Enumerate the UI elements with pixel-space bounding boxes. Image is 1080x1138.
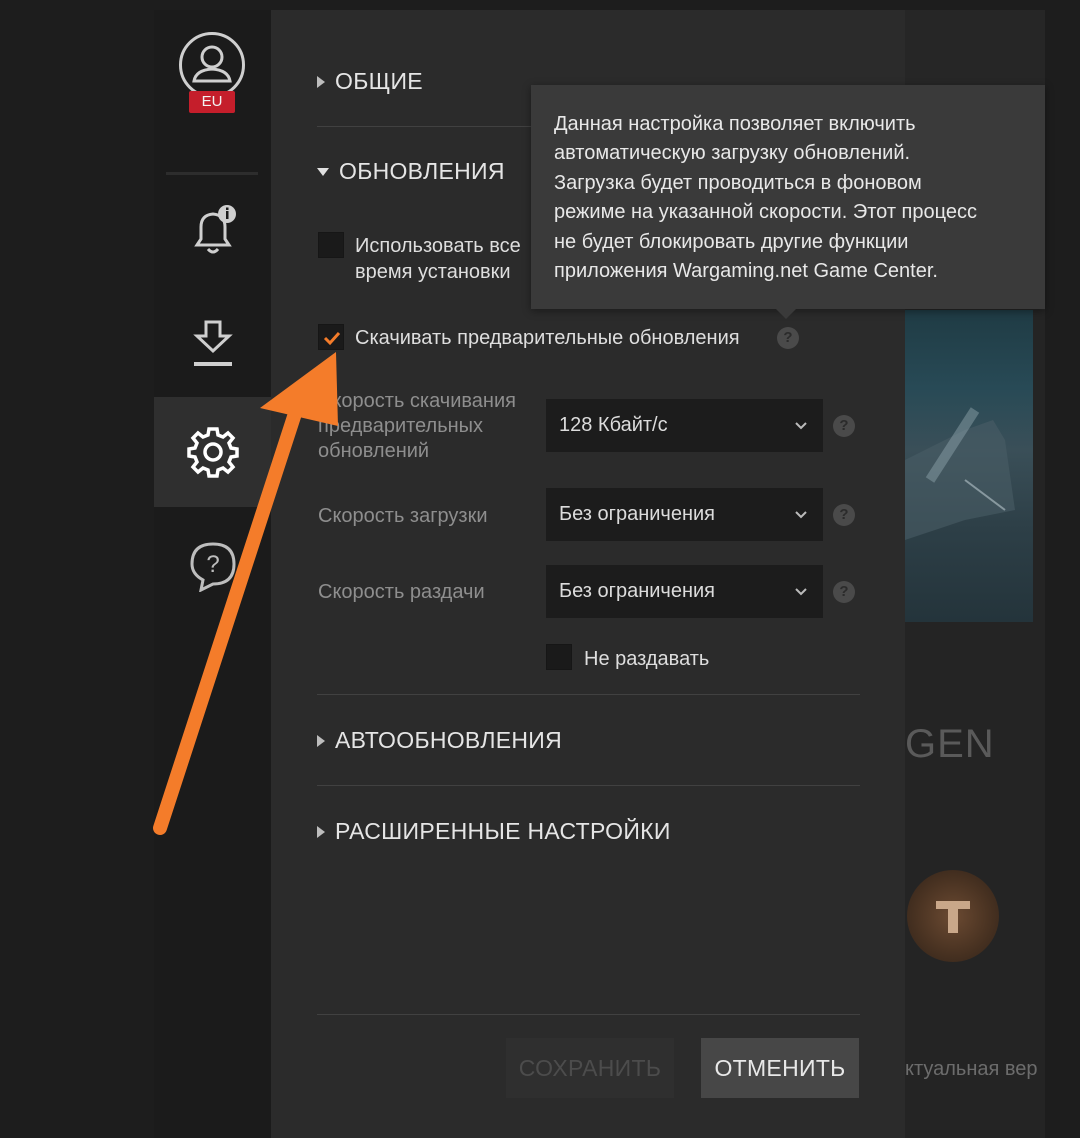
upload-speed-select[interactable]: Без ограничения <box>546 565 823 618</box>
preload-speed-value: 128 Кбайт/с <box>559 414 668 436</box>
preload-updates-checkbox[interactable] <box>318 324 344 350</box>
section-general-label: ОБЩИЕ <box>335 68 423 94</box>
use-all-time-label-line1: Использовать все <box>355 235 521 257</box>
chevron-down-icon <box>795 510 807 518</box>
tooltip-line: приложения Wargaming.net Game Center. <box>554 260 938 283</box>
no-seed-label: Не раздавать <box>584 648 710 670</box>
upload-speed-help-icon[interactable]: ? <box>833 581 855 603</box>
tank-silhouette-icon <box>905 407 1015 540</box>
game-emblem-icon <box>907 870 999 962</box>
download-speed-value: Без ограничения <box>559 503 716 525</box>
chevron-down-icon <box>795 587 807 595</box>
preload-updates-label: Скачивать предварительные обновления <box>355 327 740 349</box>
sidebar: EU ? <box>154 10 271 1138</box>
background-game-title: GEN <box>905 722 995 766</box>
section-auto-updates[interactable]: АВТООБНОВЛЕНИЯ <box>317 727 562 754</box>
section-updates-label: ОБНОВЛЕНИЯ <box>339 158 505 184</box>
expand-arrow-icon <box>317 75 325 88</box>
use-all-time-label-line2: время установки <box>355 261 511 283</box>
divider <box>317 785 860 786</box>
tooltip-pointer <box>775 308 797 319</box>
preload-speed-label-line1: Скорость скачивания <box>318 390 516 412</box>
downloads-button[interactable] <box>154 318 271 370</box>
no-seed-checkbox[interactable] <box>546 644 572 670</box>
upload-speed-label: Скорость раздачи <box>318 581 485 603</box>
help-tooltip: Данная настройка позволяет включить авто… <box>531 85 1045 309</box>
gear-icon <box>187 427 239 478</box>
preload-help-icon[interactable]: ? <box>777 327 799 349</box>
save-button[interactable]: СОХРАНИТЬ <box>506 1038 674 1098</box>
svg-text:?: ? <box>206 551 219 578</box>
sidebar-item-settings[interactable] <box>154 397 271 507</box>
chevron-down-icon <box>795 421 807 429</box>
download-speed-help-icon[interactable]: ? <box>833 504 855 526</box>
expand-arrow-icon <box>317 734 325 747</box>
collapse-arrow-icon <box>317 167 329 176</box>
tooltip-line: не будет блокировать другие функции <box>554 230 909 253</box>
expand-arrow-icon <box>317 825 325 838</box>
cancel-button[interactable]: ОТМЕНИТЬ <box>701 1038 859 1098</box>
footer-divider <box>317 1014 860 1015</box>
background-footer-text: ктуальная вер <box>905 1058 1038 1080</box>
tooltip-line: Загрузка будет проводиться в фоновом <box>554 171 922 194</box>
section-updates[interactable]: ОБНОВЛЕНИЯ <box>317 158 505 185</box>
tooltip-line: автоматическую загрузку обновлений. <box>554 142 911 165</box>
tooltip-line: Данная настройка позволяет включить <box>554 113 916 135</box>
section-advanced[interactable]: РАСШИРЕННЫЕ НАСТРОЙКИ <box>317 818 671 845</box>
upload-speed-value: Без ограничения <box>559 580 716 602</box>
section-advanced-label: РАСШИРЕННЫЕ НАСТРОЙКИ <box>335 818 671 844</box>
preload-speed-label-line2: предварительных <box>318 415 484 437</box>
tank-artwork <box>905 310 1033 622</box>
section-general[interactable]: ОБЩИЕ <box>317 68 423 95</box>
user-avatar-icon[interactable] <box>179 32 245 98</box>
preload-speed-label: Скорость скачивания предварительных обно… <box>318 389 516 464</box>
divider <box>317 694 860 695</box>
download-speed-label: Скорость загрузки <box>318 505 488 527</box>
use-all-time-checkbox[interactable] <box>318 232 344 258</box>
download-icon <box>192 320 233 366</box>
preload-speed-select[interactable]: 128 Кбайт/с <box>546 399 823 452</box>
download-speed-select[interactable]: Без ограничения <box>546 488 823 541</box>
tooltip-line: режиме на указанной скорости. Этот проце… <box>554 201 977 224</box>
bell-icon <box>193 205 236 254</box>
use-all-time-label: Использовать все время установки <box>355 233 521 285</box>
notifications-button[interactable] <box>154 205 271 261</box>
preload-speed-help-icon[interactable]: ? <box>833 415 855 437</box>
help-button[interactable]: ? <box>154 540 271 592</box>
checkmark-icon <box>323 331 341 346</box>
help-bubble-icon: ? <box>189 542 236 592</box>
preload-speed-label-line3: обновлений <box>318 440 430 462</box>
region-badge[interactable]: EU <box>189 91 235 113</box>
sidebar-divider <box>166 172 258 175</box>
section-auto-updates-label: АВТООБНОВЛЕНИЯ <box>335 727 563 753</box>
